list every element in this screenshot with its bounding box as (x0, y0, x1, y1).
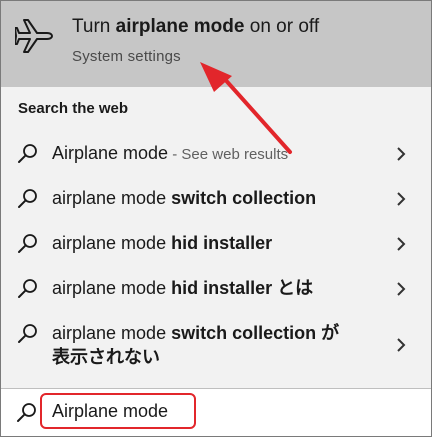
search-icon (18, 144, 37, 163)
best-match-title-prefix: Turn (72, 16, 116, 37)
web-result-text: Airplane mode - See web results (52, 141, 382, 167)
best-match-item[interactable]: Turn airplane mode on or off System sett… (1, 1, 431, 87)
chevron-right-icon (397, 282, 406, 296)
search-icon (18, 324, 37, 343)
result-normal-text: airplane mode (52, 188, 172, 208)
web-result-item[interactable]: airplane mode switch collection が 表示されない (1, 319, 431, 371)
web-result-text: airplane mode hid installer とは (52, 276, 382, 302)
web-result-text: airplane mode hid installer (52, 231, 382, 257)
result-normal-text: airplane mode (52, 233, 172, 253)
search-input[interactable]: Airplane mode (40, 393, 196, 429)
result-bold-text: hid installer (171, 233, 273, 253)
web-result-item[interactable]: airplane mode hid installer とは (1, 274, 431, 302)
web-result-item[interactable]: airplane mode switch collection (1, 184, 431, 212)
result-bold-text: switch collection (171, 188, 317, 208)
result-hint-text: - See web results (168, 146, 289, 163)
search-box[interactable]: Airplane mode (1, 388, 431, 436)
search-flyout: Turn airplane mode on or off System sett… (0, 0, 432, 437)
web-result-item[interactable]: airplane mode hid installer (1, 229, 431, 257)
search-icon (17, 403, 36, 422)
search-icon (18, 234, 37, 253)
web-result-text: airplane mode switch collection が 表示されない (52, 321, 342, 371)
chevron-right-icon (397, 147, 406, 161)
web-result-text: airplane mode switch collection (52, 186, 382, 212)
chevron-right-icon (397, 192, 406, 206)
best-match-title-bold: airplane mode (115, 16, 245, 37)
result-normal-text: airplane mode (52, 278, 172, 298)
search-icon (18, 189, 37, 208)
section-header-web: Search the web (18, 100, 129, 117)
best-match-title-suffix: on or off (244, 16, 320, 37)
result-normal-text: airplane mode (52, 323, 172, 343)
search-icon (18, 279, 37, 298)
chevron-right-icon (397, 237, 406, 251)
airplane-icon (15, 19, 53, 53)
chevron-right-icon (397, 338, 406, 352)
best-match-title: Turn airplane mode on or off (72, 16, 319, 38)
result-normal-text: Airplane mode (52, 143, 169, 163)
best-match-subtitle: System settings (72, 48, 181, 65)
web-result-item[interactable]: Airplane mode - See web results (1, 139, 431, 167)
result-bold-text: hid installer とは (171, 278, 314, 298)
